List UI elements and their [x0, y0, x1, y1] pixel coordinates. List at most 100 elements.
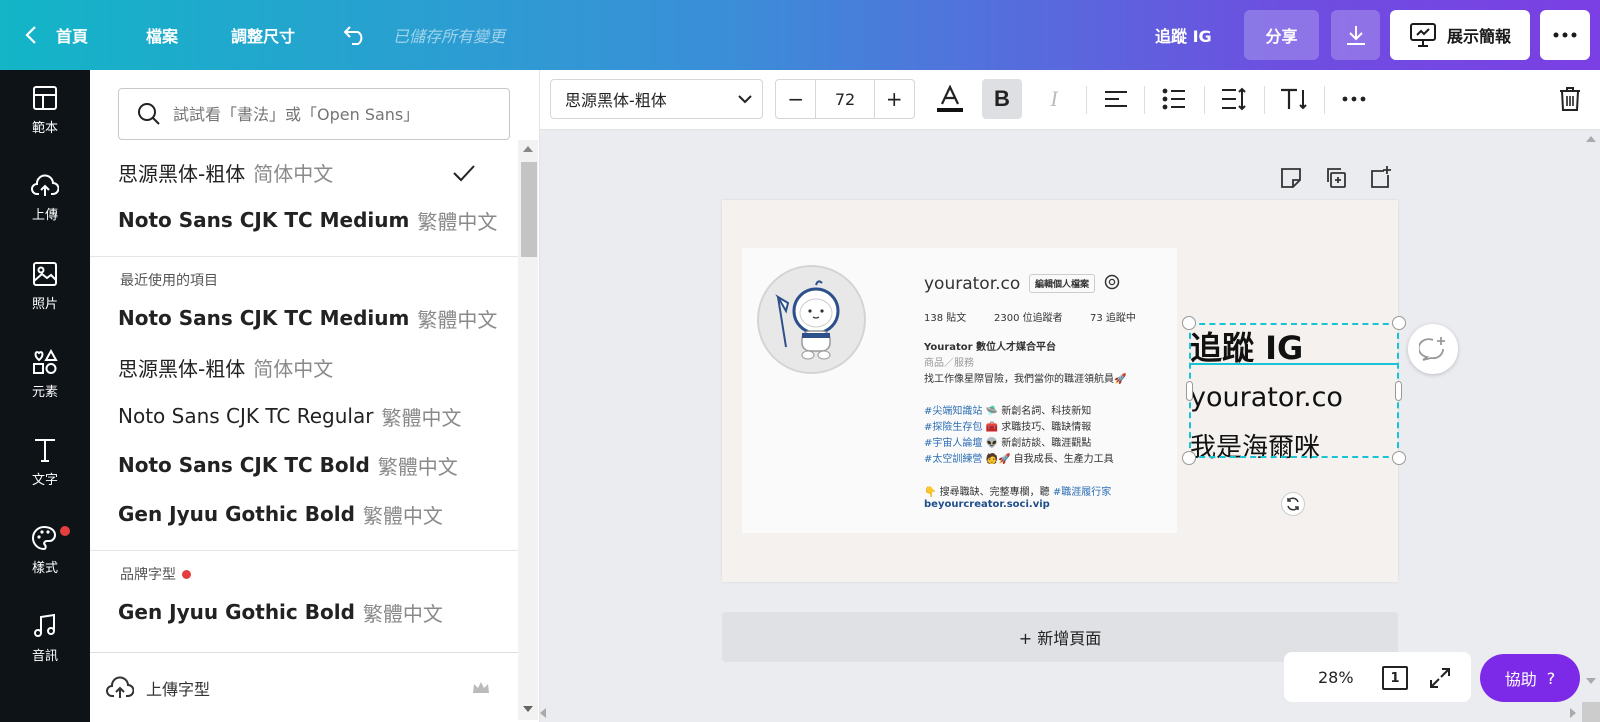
increase-font-size-button[interactable]: +: [875, 80, 914, 118]
resize-handle-tr[interactable]: [1392, 316, 1406, 330]
font-option[interactable]: 思源黑体-粗体 简体中文: [118, 347, 333, 387]
notes-icon[interactable]: [1280, 167, 1302, 189]
trash-icon: [1560, 87, 1580, 111]
font-name: Gen Jyuu Gothic Bold: [118, 502, 355, 526]
delete-button[interactable]: [1550, 79, 1590, 119]
decrease-font-size-button[interactable]: −: [776, 80, 815, 118]
profile-bio-name: Yourator 數位人才媒合平台: [924, 342, 1057, 353]
font-size-stepper: − 72 +: [775, 79, 915, 119]
music-icon: [34, 613, 55, 637]
resize-handle-left[interactable]: [1186, 381, 1193, 401]
divider: [90, 256, 518, 257]
text-color-icon: [937, 85, 963, 112]
font-option[interactable]: Gen Jyuu Gothic Bold 繁體中文: [118, 494, 443, 534]
back-home-button[interactable]: 首頁: [24, 0, 88, 70]
resize-button[interactable]: 調整尺寸: [231, 0, 295, 70]
cta-hashtag: #職涯履行家: [1052, 487, 1112, 498]
profile-link: beyourcreator.soci.vip: [924, 499, 1050, 510]
canvas-horizontal-scrollbar[interactable]: [540, 702, 1582, 722]
font-panel: 思源黑体-粗体 简体中文 Noto Sans CJK TC Medium 繁體中…: [90, 70, 540, 722]
nav-item-styles[interactable]: 樣式: [0, 510, 90, 590]
scroll-down-arrow-icon[interactable]: [1586, 678, 1596, 684]
more-text-options-button[interactable]: [1334, 79, 1374, 119]
italic-button[interactable]: I: [1034, 79, 1074, 119]
toolbar-separator: [1204, 86, 1205, 114]
nav-label: 文字: [31, 472, 58, 488]
add-page-icon[interactable]: [1370, 165, 1392, 189]
hashtag: #探險生存包: [924, 422, 983, 433]
scroll-up-arrow-icon[interactable]: [523, 146, 533, 152]
page-count-button[interactable]: 1: [1382, 666, 1408, 690]
fullscreen-icon[interactable]: [1429, 667, 1451, 689]
font-option[interactable]: Noto Sans CJK TC Medium 繁體中文: [118, 298, 497, 338]
font-option[interactable]: Noto Sans CJK TC Bold 繁體中文: [118, 445, 458, 485]
nav-item-templates[interactable]: 範本: [0, 70, 90, 150]
font-search-box[interactable]: [118, 88, 510, 140]
settings-gear-icon: [1104, 274, 1120, 290]
nav-item-text[interactable]: 文字: [0, 422, 90, 502]
notification-badge: [60, 526, 70, 536]
scroll-down-arrow-icon[interactable]: [523, 706, 533, 712]
crown-icon: [473, 681, 489, 693]
font-name: 思源黑体-粗体: [118, 161, 246, 186]
more-dots-icon: [1553, 32, 1577, 38]
resize-handle-bl[interactable]: [1182, 451, 1196, 465]
download-icon: [1346, 26, 1365, 45]
italic-icon: I: [1050, 86, 1058, 111]
font-language: 繁體中文: [362, 601, 443, 626]
scroll-up-arrow-icon[interactable]: [1586, 136, 1596, 142]
brand-badge-dot: [182, 569, 191, 579]
hashtag-desc: 👽 新創訪談、職涯觀點: [985, 438, 1092, 449]
profile-bio-line: 找工作像星際冒險，我們當你的職涯領航員🚀: [924, 374, 1127, 385]
profile-cta-line: 👇 搜尋職缺、完整專欄，聽 #職涯履行家: [924, 483, 1111, 498]
upload-font-button[interactable]: 上傳字型: [90, 652, 518, 722]
font-option[interactable]: Noto Sans CJK TC Regular 繁體中文: [118, 396, 461, 436]
hashtag: #宇宙人論壇: [924, 438, 983, 449]
align-button[interactable]: [1096, 79, 1136, 119]
font-family-dropdown[interactable]: 思源黑体-粗体: [550, 79, 763, 119]
nav-item-elements[interactable]: 元素: [0, 334, 90, 414]
document-title[interactable]: 追蹤 IG: [1155, 0, 1212, 70]
photo-icon: [33, 261, 57, 286]
font-language: 繁體中文: [417, 307, 498, 332]
present-button[interactable]: 展示簡報: [1390, 10, 1530, 60]
resize-handle-right[interactable]: [1395, 381, 1402, 401]
duplicate-page-icon[interactable]: [1325, 167, 1347, 189]
font-name: Noto Sans CJK TC Medium: [118, 306, 410, 330]
zoom-level[interactable]: 28%: [1318, 668, 1354, 687]
help-label: 協助: [1504, 670, 1537, 689]
file-menu-button[interactable]: 檔案: [146, 0, 178, 70]
text-effects-button[interactable]: [1274, 79, 1314, 119]
font-size-input[interactable]: 72: [815, 80, 875, 118]
bold-button[interactable]: B: [982, 79, 1022, 119]
resize-handle-br[interactable]: [1392, 451, 1406, 465]
scroll-left-arrow-icon[interactable]: [540, 708, 546, 718]
font-option[interactable]: Noto Sans CJK TC Medium 繁體中文: [118, 200, 497, 240]
more-options-button[interactable]: [1540, 10, 1590, 60]
add-comment-button[interactable]: [1408, 324, 1458, 374]
list-button[interactable]: [1154, 79, 1194, 119]
share-button[interactable]: 分享: [1244, 10, 1319, 60]
download-button[interactable]: [1331, 10, 1380, 60]
font-option[interactable]: 思源黑体-粗体 简体中文: [118, 152, 333, 192]
undo-button[interactable]: [342, 0, 368, 70]
nav-item-uploads[interactable]: 上傳: [0, 158, 90, 238]
nav-item-photos[interactable]: 照片: [0, 246, 90, 326]
nav-label: 樣式: [31, 560, 58, 576]
font-name: Gen Jyuu Gothic Bold: [118, 600, 355, 624]
selection-divider: [1189, 363, 1399, 365]
font-list-scroll-thumb[interactable]: [521, 162, 537, 257]
text-color-button[interactable]: [930, 79, 970, 119]
rotate-handle[interactable]: [1281, 492, 1305, 516]
canvas-vertical-scrollbar[interactable]: [1582, 130, 1600, 690]
resize-handle-tl[interactable]: [1182, 316, 1196, 330]
nav-item-audio[interactable]: 音訊: [0, 598, 90, 678]
spacing-button[interactable]: [1214, 79, 1254, 119]
font-option[interactable]: Gen Jyuu Gothic Bold 繁體中文: [118, 592, 443, 632]
font-search-input[interactable]: [173, 104, 493, 124]
selection-box[interactable]: [1189, 323, 1399, 458]
hashtag: #太空訓練營: [924, 454, 983, 465]
chevron-left-icon: [25, 26, 36, 44]
help-button[interactable]: 協助 ?: [1480, 654, 1580, 702]
scroll-right-arrow-icon[interactable]: [1570, 708, 1576, 718]
